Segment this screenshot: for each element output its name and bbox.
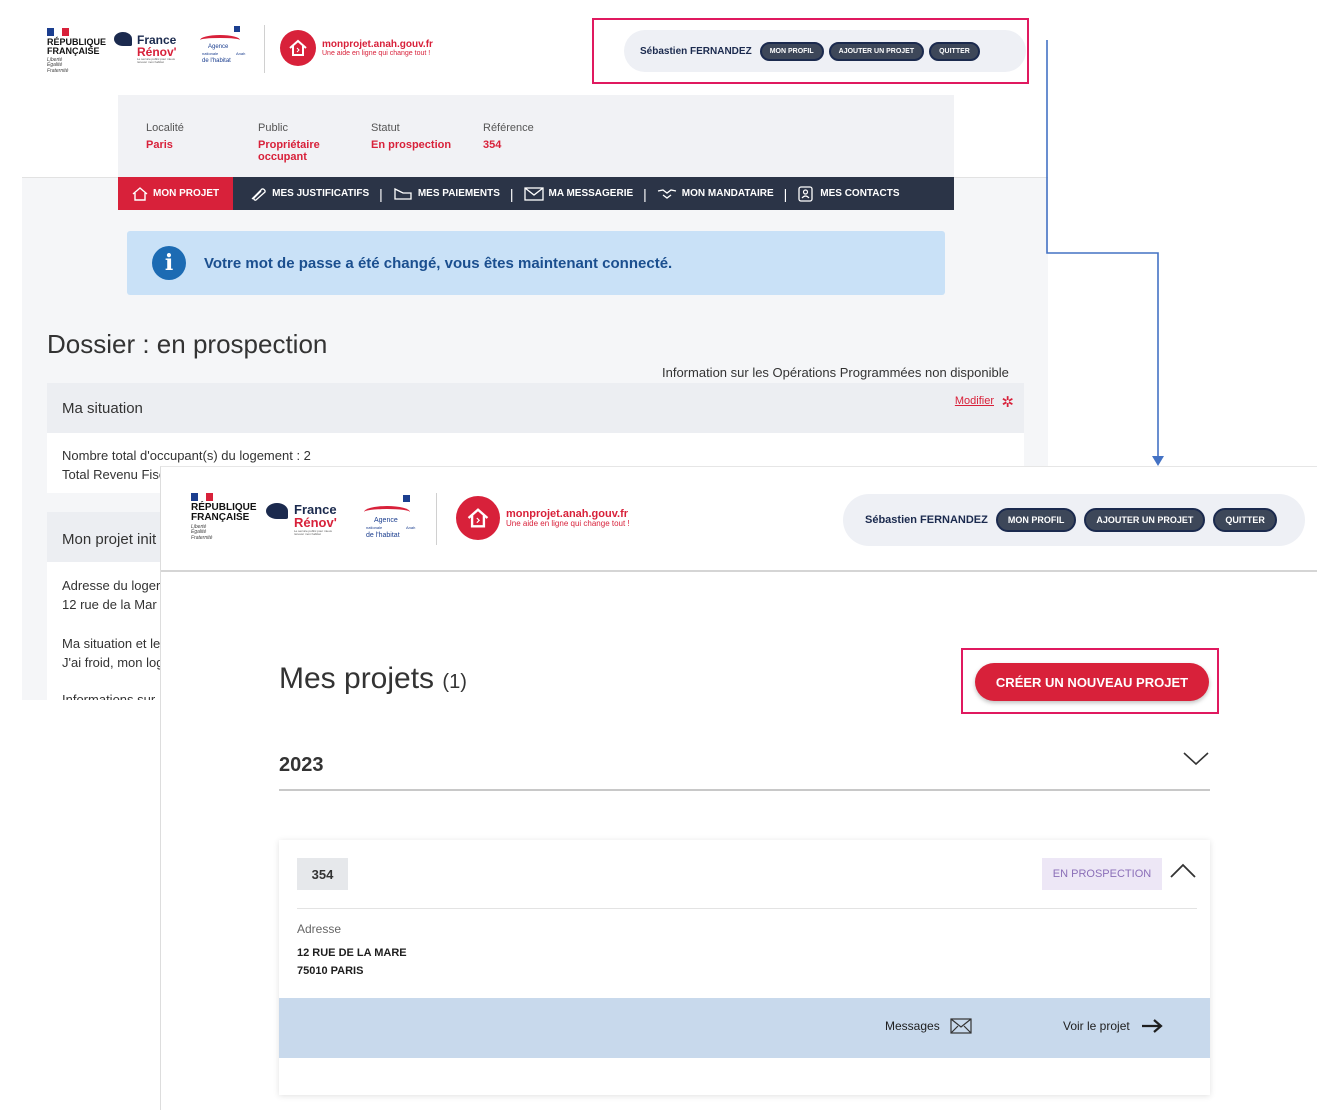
tab-mon-mandataire[interactable]: MON MANDATAIRE [649,177,782,210]
project-line: Adresse du loger [62,578,161,593]
contacts-icon [798,185,813,202]
project-card-footer: Messages Voir le projet [279,998,1210,1058]
address-line-2: 75010 PARIS [297,965,364,977]
address-line-1: 12 RUE DE LA MARE [297,947,407,959]
arrow-right-icon [1141,1019,1163,1033]
tab-mon-projet[interactable]: MON PROJET [118,177,234,210]
project-info-card: Localité Paris Public Propriétaire occup… [118,95,954,177]
situation-header: Ma situation Modifier ✲ [47,383,1024,433]
project-line: 12 rue de la Mar [62,597,157,612]
monprojet-logo[interactable]: monprojet.anah.gouv.fr Une aide en ligne… [280,30,433,66]
front-header: RÉPUBLIQUE FRANÇAISE Liberté Égalité Fra… [161,467,1317,572]
initial-project-title: Mon projet init [62,531,157,548]
tab-mes-paiements[interactable]: MES PAIEMENTS [385,177,508,210]
operations-info: Information sur les Opérations Programmé… [662,365,1009,380]
public-value-2: occupant [258,151,307,163]
handshake-icon [657,188,676,199]
chevron-down-icon[interactable] [1182,750,1210,768]
front-user-bar: Sébastien FERNANDEZ MON PROFIL AJOUTER U… [843,494,1305,546]
reference-value: 354 [483,139,502,151]
page-title-text: Mes projets [279,662,435,695]
situation-title: Ma situation [62,400,143,417]
gear-icon[interactable]: ✲ [1001,393,1014,411]
france-renov-logo: France Rénov' Le service public pour mie… [114,26,184,66]
public-label: Public [258,122,288,134]
page-title: Mes projets (1) [279,662,467,696]
profile-button[interactable]: MON PROFIL [995,508,1077,532]
project-reference-badge: 354 [297,858,348,890]
add-project-button[interactable]: AJOUTER UN PROJET [1084,508,1206,532]
public-value: Propriétaire [258,139,320,151]
tab-mes-contacts[interactable]: MES CONTACTS [789,177,907,210]
localite-label: Localité [146,122,184,134]
project-count: (1) [442,671,467,693]
localite-value: Paris [146,139,173,151]
envelope-icon [523,186,544,201]
project-line: Ma situation et le [62,636,161,651]
project-tabs: MON PROJET MES JUSTIFICATIFS | MES PAIEM… [118,177,954,210]
tab-ma-messagerie[interactable]: MA MESSAGERIE [516,177,642,210]
revenu-line: Total Revenu Fisc [62,467,166,482]
view-project-link[interactable]: Voir le projet [1063,1018,1164,1034]
status-badge: EN PROSPECTION [1042,858,1162,890]
modify-link[interactable]: Modifier [955,395,994,407]
tab-mes-justificatifs[interactable]: MES JUSTIFICATIFS [241,177,377,210]
project-line: J'ai froid, mon log [62,655,164,670]
house-icon [280,30,316,66]
project-card: 354 EN PROSPECTION Adresse 12 RUE DE LA … [279,840,1210,1095]
address-label: Adresse [297,922,342,936]
create-button-highlight [961,648,1219,714]
republique-francaise-logo: RÉPUBLIQUE FRANÇAISE Liberté Égalité Fra… [47,28,106,74]
house-icon [132,186,148,201]
user-name: Sébastien FERNANDEZ [865,514,988,526]
france-renov-logo: France Rénov' Le service public pour mie… [266,497,346,541]
anah-logo: Agence nationale Anah de l'habitat [200,26,250,70]
back-userbar-highlight [592,18,1029,84]
year-label: 2023 [279,754,324,776]
front-screenshot: RÉPUBLIQUE FRANÇAISE Liberté Égalité Fra… [160,466,1317,1110]
statut-label: Statut [371,122,400,134]
republique-francaise-logo: RÉPUBLIQUE FRANÇAISE Liberté Égalité Fra… [191,493,257,541]
monprojet-logo[interactable]: monprojet.anah.gouv.fr Une aide en ligne… [456,496,630,540]
envelope-icon [950,1018,972,1034]
statut-value: En prospection [371,139,452,151]
dossier-title: Dossier : en prospection [47,329,328,359]
anah-logo: Agence nationale Anah de l'habitat [364,495,422,543]
project-line: Informations sur [62,692,156,700]
password-changed-alert: i Votre mot de passe a été changé, vous … [127,231,945,295]
paperclip-icon [251,187,266,201]
reference-label: Référence [483,122,534,134]
occupants-line: Nombre total d'occupant(s) du logement :… [62,448,311,463]
quit-button[interactable]: QUITTER [1213,508,1277,532]
alert-message: Votre mot de passe a été changé, vous êt… [204,254,673,272]
house-icon [456,496,500,540]
year-accordion[interactable]: 2023 [279,742,1210,791]
payment-icon [394,187,412,200]
chevron-up-icon[interactable] [1169,862,1197,880]
messages-link[interactable]: Messages [885,1018,972,1034]
info-icon: i [152,246,186,280]
